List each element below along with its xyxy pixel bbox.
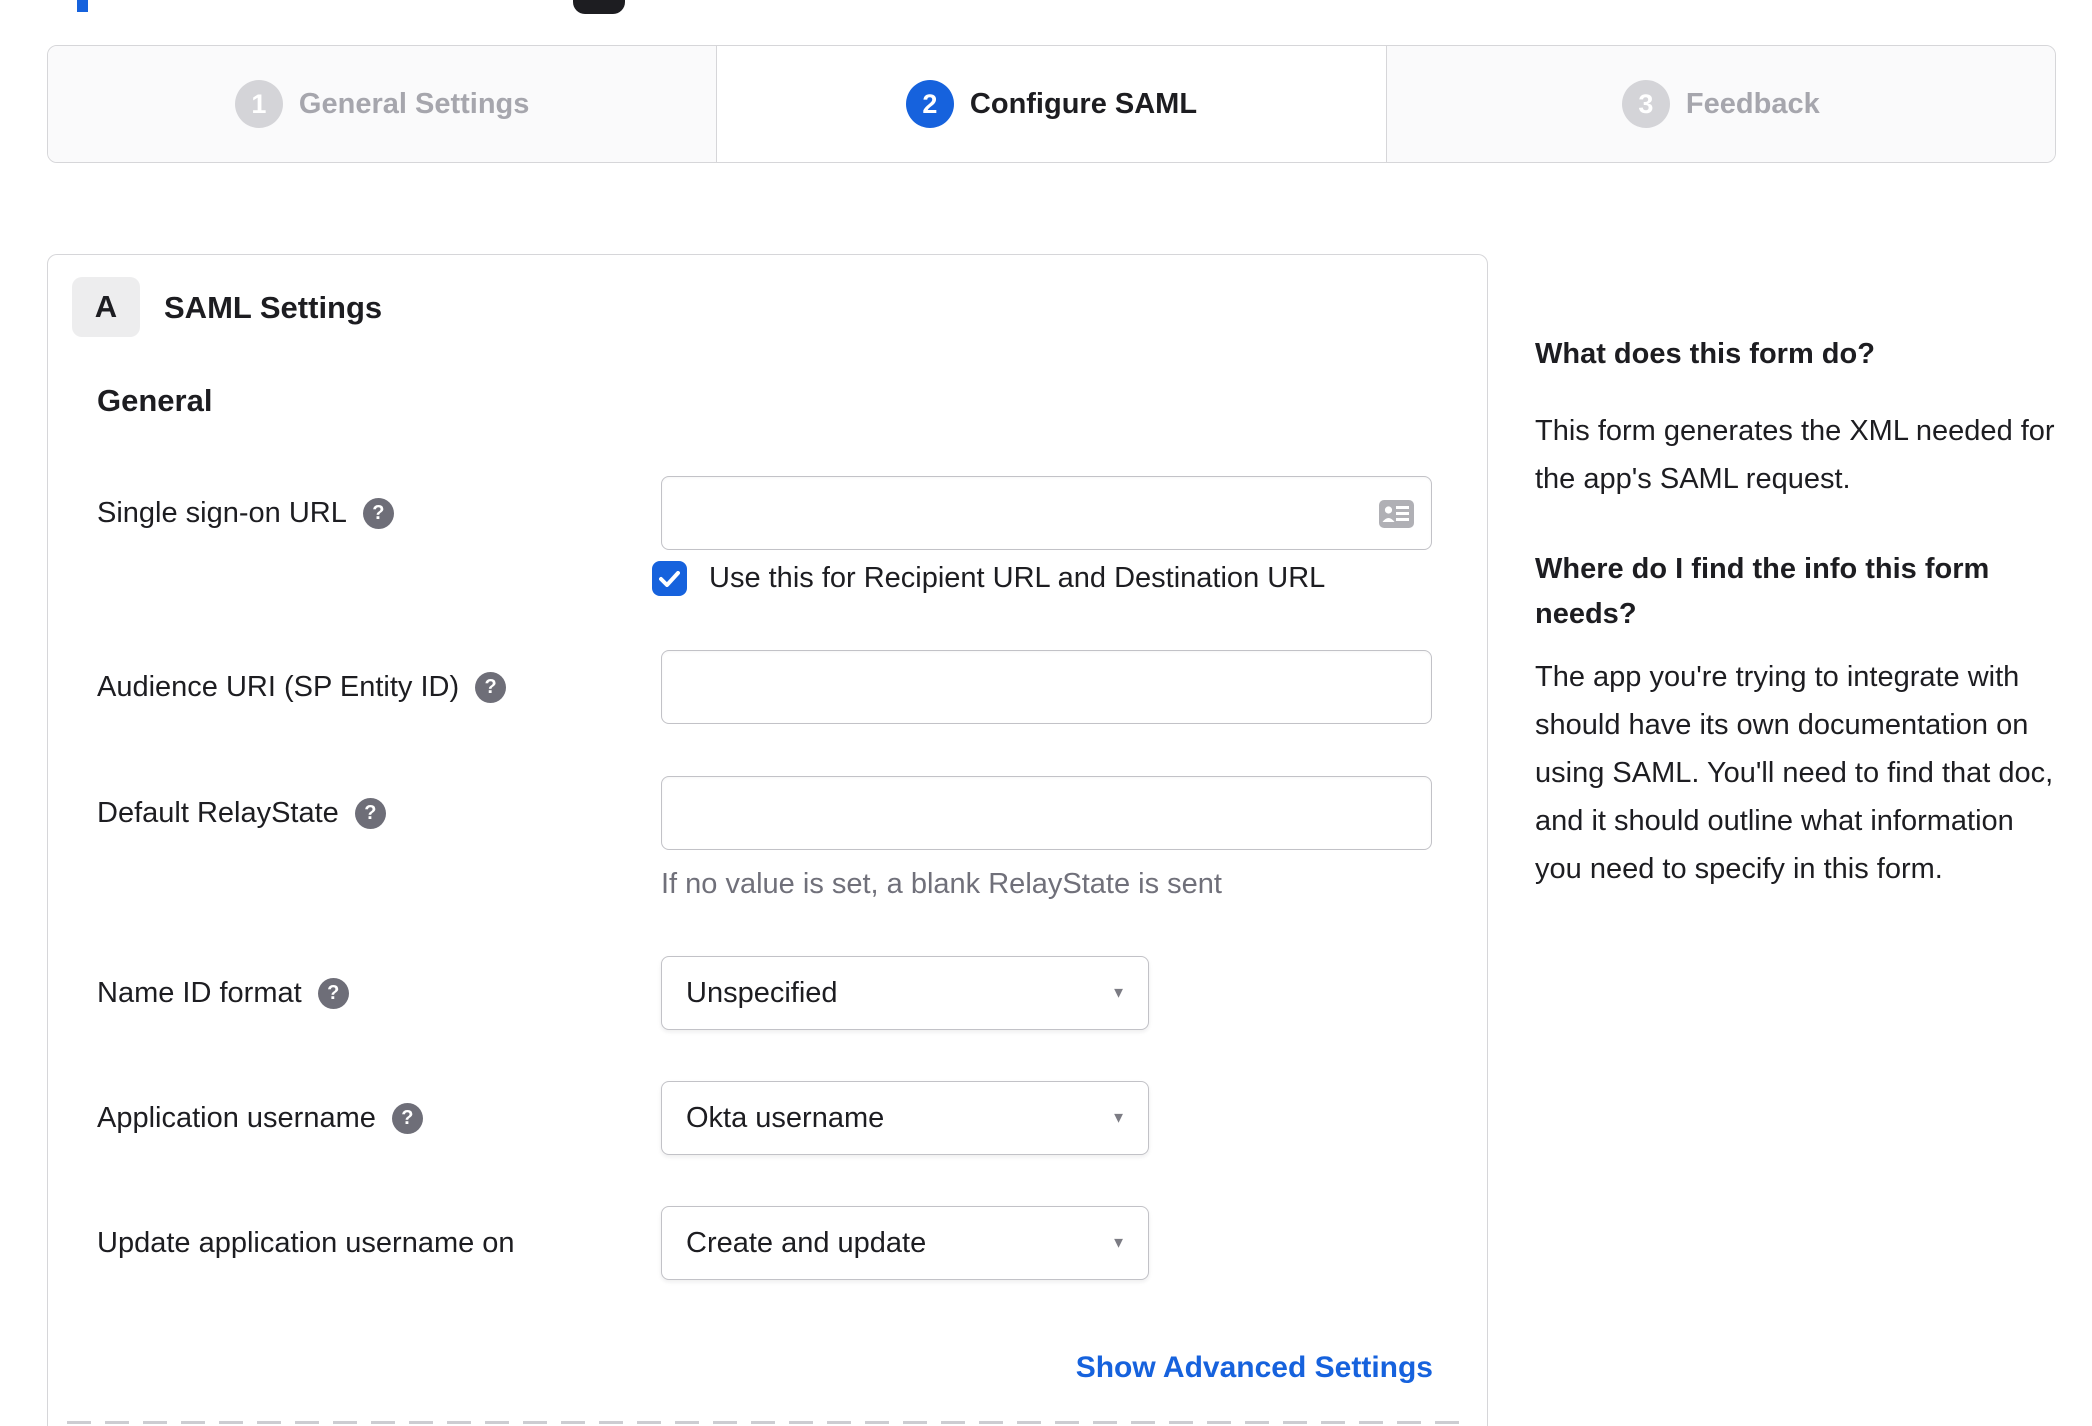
single-sign-on-url-label: Single sign-on URL <box>97 496 347 529</box>
wizard-stepper: 1 General Settings 2 Configure SAML 3 Fe… <box>47 45 2056 163</box>
show-advanced-settings-link[interactable]: Show Advanced Settings <box>1076 1351 1433 1385</box>
sidebar-paragraph-what: This form generates the XML needed for t… <box>1535 415 2055 495</box>
saml-settings-panel: A SAML Settings General Single sign-on U… <box>47 254 1488 1426</box>
cropped-title-fragment <box>77 0 88 12</box>
step-1-label: General Settings <box>298 87 530 120</box>
help-icon[interactable]: ? <box>317 977 349 1009</box>
help-sidebar: What does this form do? This form genera… <box>1535 332 2065 893</box>
name-id-format-label: Name ID format <box>97 976 302 1009</box>
default-relaystate-label: Default RelayState <box>97 796 339 829</box>
sidebar-paragraph-where: The app you're trying to integrate with … <box>1535 661 2054 885</box>
step-2-label: Configure SAML <box>969 87 1198 120</box>
help-icon[interactable]: ? <box>354 797 386 829</box>
sidebar-heading-what: What does this form do? <box>1535 338 1875 370</box>
step-configure-saml[interactable]: 2 Configure SAML <box>716 46 1386 162</box>
field-row-single-sign-on-url: Single sign-on URL ? Use this for Recipi… <box>97 476 1437 596</box>
field-row-audience-uri: Audience URI (SP Entity ID) ? <box>97 650 1437 724</box>
name-id-format-select[interactable]: Unspecified ▼ <box>661 956 1149 1030</box>
section-a-badge: A <box>72 277 140 337</box>
chevron-down-icon: ▼ <box>1111 1109 1126 1127</box>
audience-uri-input[interactable] <box>661 650 1432 724</box>
help-icon[interactable]: ? <box>475 671 507 703</box>
panel-title: SAML Settings <box>164 290 383 325</box>
section-dashed-divider <box>67 1421 1468 1424</box>
relaystate-helper-text: If no value is set, a blank RelayState i… <box>661 868 1222 900</box>
step-3-number: 3 <box>1621 80 1670 128</box>
field-row-update-application-username: Update application username on Create an… <box>97 1206 1437 1280</box>
cropped-app-logo-fragment <box>573 0 625 14</box>
checkmark-icon <box>659 570 680 587</box>
step-feedback[interactable]: 3 Feedback <box>1385 46 2055 162</box>
page: 1 General Settings 2 Configure SAML 3 Fe… <box>0 0 2092 1426</box>
help-icon[interactable]: ? <box>391 1102 423 1134</box>
update-application-username-select[interactable]: Create and update ▼ <box>661 1206 1149 1280</box>
step-3-label: Feedback <box>1685 87 1820 120</box>
recipient-url-checkbox-label: Use this for Recipient URL and Destinati… <box>709 562 1326 594</box>
recipient-url-checkbox[interactable] <box>652 561 687 596</box>
application-username-select[interactable]: Okta username ▼ <box>661 1081 1149 1155</box>
contact-card-icon[interactable] <box>1379 500 1414 533</box>
sidebar-heading-where: Where do I find the info this form needs… <box>1535 553 1990 630</box>
chevron-down-icon: ▼ <box>1111 1234 1126 1252</box>
help-icon[interactable]: ? <box>362 497 394 529</box>
field-row-default-relaystate: Default RelayState ? If no value is set,… <box>97 776 1437 901</box>
single-sign-on-url-input[interactable] <box>661 476 1432 550</box>
chevron-down-icon: ▼ <box>1111 984 1126 1002</box>
field-row-name-id-format: Name ID format ? Unspecified ▼ <box>97 956 1437 1030</box>
name-id-format-value: Unspecified <box>686 976 838 1009</box>
application-username-value: Okta username <box>686 1101 885 1134</box>
update-application-username-value: Create and update <box>686 1226 927 1259</box>
application-username-label: Application username <box>97 1101 376 1134</box>
audience-uri-label: Audience URI (SP Entity ID) <box>97 670 460 703</box>
step-1-number: 1 <box>234 80 283 128</box>
step-2-number: 2 <box>905 80 954 128</box>
update-application-username-label: Update application username on <box>97 1226 515 1259</box>
default-relaystate-input[interactable] <box>661 776 1432 850</box>
general-section-heading: General <box>97 383 213 418</box>
field-row-application-username: Application username ? Okta username ▼ <box>97 1081 1437 1155</box>
step-general-settings[interactable]: 1 General Settings <box>48 46 717 162</box>
